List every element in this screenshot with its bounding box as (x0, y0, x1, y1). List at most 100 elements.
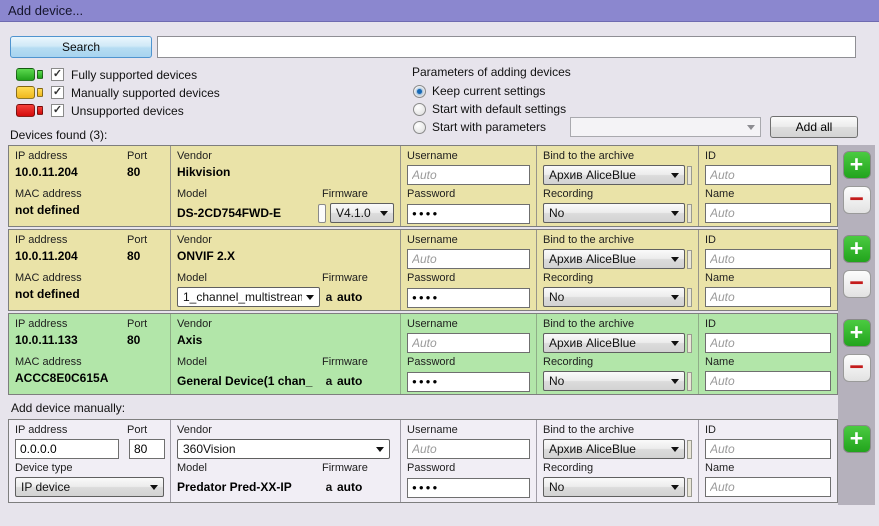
add-device-button[interactable]: + (843, 425, 871, 453)
id-input[interactable] (705, 165, 831, 185)
add-device-button[interactable]: + (843, 319, 871, 347)
recording-dropdown[interactable]: No (543, 477, 685, 497)
name-input[interactable] (705, 287, 831, 307)
username-label: Username (407, 318, 458, 333)
id-input[interactable] (705, 439, 831, 459)
password-label: Password (407, 356, 455, 371)
model-dropdown[interactable]: 1_channel_multistream (177, 287, 320, 307)
chevron-down-icon (671, 341, 679, 346)
add-manually-label: Add device manually: (8, 397, 838, 419)
chevron-down-icon (306, 295, 314, 300)
archive-dropdown[interactable]: Архив AliceBlue (543, 439, 685, 459)
search-button[interactable]: Search (10, 36, 152, 58)
recording-dropdown-value: No (549, 480, 667, 494)
port-input[interactable] (129, 439, 165, 459)
archive-dropdown-value: Архив AliceBlue (549, 252, 667, 266)
firmware-label: Firmware (322, 188, 394, 203)
username-input[interactable] (407, 333, 530, 353)
archive-label: Bind to the archive (543, 424, 634, 439)
ip-input[interactable] (15, 439, 119, 459)
chevron-down-icon (380, 211, 388, 216)
username-label: Username (407, 150, 458, 165)
radio-button[interactable] (413, 121, 426, 134)
name-input[interactable] (705, 371, 831, 391)
password-input[interactable] (407, 204, 530, 224)
password-input[interactable] (407, 478, 530, 498)
model-label: Model (177, 188, 322, 203)
model-value: General Device(1 chan_ (177, 374, 312, 388)
name-label: Name (705, 272, 734, 287)
vendor-dropdown[interactable]: 360Vision (177, 439, 390, 459)
radio-button-selected[interactable] (413, 85, 426, 98)
radio-button[interactable] (413, 103, 426, 116)
username-input[interactable] (407, 165, 530, 185)
password-input[interactable] (407, 372, 530, 392)
archive-label: Bind to the archive (543, 234, 634, 249)
recording-dropdown[interactable]: No (543, 287, 685, 307)
remove-device-button[interactable]: − (843, 270, 871, 298)
firmware-dropdown[interactable]: V4.1.0 (330, 203, 394, 223)
radio-label: Keep current settings (432, 84, 545, 98)
recording-dropdown[interactable]: No (543, 371, 685, 391)
firmware-label: Firmware (322, 462, 394, 477)
add-all-button[interactable]: Add all (770, 116, 858, 138)
recording-dropdown-value: No (549, 290, 667, 304)
checkmark-icon: ✓ (53, 69, 62, 80)
name-input[interactable] (705, 477, 831, 497)
clipped-control (687, 204, 692, 223)
archive-label: Bind to the archive (543, 150, 634, 165)
name-input[interactable] (705, 203, 831, 223)
clipped-control (687, 288, 692, 307)
recording-dropdown[interactable]: No (543, 203, 685, 223)
clipped-control (318, 204, 326, 223)
port-label: Port (127, 150, 164, 165)
remove-device-button[interactable]: − (843, 186, 871, 214)
unsupported-checkbox[interactable]: ✓ (51, 104, 64, 117)
device-type-dropdown-value: IP device (21, 480, 146, 494)
id-input[interactable] (705, 249, 831, 269)
red-camera-icon (16, 104, 43, 117)
mac-value: ACCC8E0C615A (15, 371, 108, 386)
username-input[interactable] (407, 249, 530, 269)
firmware-label: Firmware (322, 272, 394, 287)
model-dropdown-value: 1_channel_multistream (183, 290, 302, 304)
username-input[interactable] (407, 439, 530, 459)
filter-manually-supported: ✓ Manually supported devices (16, 84, 220, 101)
password-input[interactable] (407, 288, 530, 308)
id-label: ID (705, 234, 716, 249)
name-label: Name (705, 188, 734, 203)
add-device-button[interactable]: + (843, 151, 871, 179)
vendor-label: Vendor (177, 234, 212, 249)
fully-supported-checkbox[interactable]: ✓ (51, 68, 64, 81)
device-card: IP address Port 10.0.11.204 80 MAC addre… (8, 229, 838, 311)
device-card: IP address Port 10.0.11.133 80 MAC addre… (8, 313, 838, 395)
devices-found-label: Devices found (3): (10, 128, 107, 142)
parameters-dropdown[interactable] (570, 117, 761, 137)
clipped-text: a (326, 374, 333, 388)
device-type-dropdown[interactable]: IP device (15, 477, 164, 497)
id-input[interactable] (705, 333, 831, 353)
search-input[interactable] (157, 36, 856, 58)
ip-value: 10.0.11.133 (15, 333, 127, 348)
ip-label: IP address (15, 150, 127, 165)
chevron-down-icon (376, 447, 384, 452)
filter-fully-supported: ✓ Fully supported devices (16, 66, 220, 83)
radio-start-default-settings: Start with default settings (413, 101, 566, 117)
radio-label: Start with default settings (432, 102, 566, 116)
archive-dropdown[interactable]: Архив AliceBlue (543, 165, 685, 185)
model-label: Model (177, 462, 322, 477)
archive-label: Bind to the archive (543, 318, 634, 333)
manually-supported-checkbox[interactable]: ✓ (51, 86, 64, 99)
archive-dropdown[interactable]: Архив AliceBlue (543, 249, 685, 269)
archive-dropdown[interactable]: Архив AliceBlue (543, 333, 685, 353)
add-device-button[interactable]: + (843, 235, 871, 263)
ip-label: IP address (15, 318, 127, 333)
model-value: Predator Pred-XX-IP (177, 480, 292, 494)
recording-label: Recording (543, 272, 593, 287)
vendor-value: Hikvision (177, 165, 230, 180)
mac-value: not defined (15, 287, 80, 302)
clipped-control (687, 440, 692, 459)
device-filter-list: ✓ Fully supported devices ✓ Manually sup… (16, 66, 220, 120)
remove-device-button[interactable]: − (843, 354, 871, 382)
dialog-titlebar: Add device... (0, 0, 879, 22)
